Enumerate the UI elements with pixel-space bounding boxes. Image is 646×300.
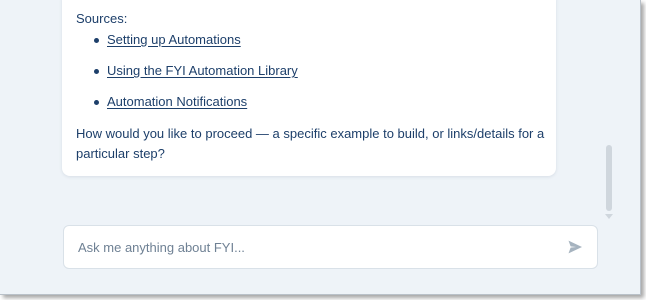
sources-heading: Sources: <box>76 11 128 26</box>
source-item: Automation Notifications <box>92 94 298 125</box>
chat-input[interactable] <box>78 237 538 257</box>
assistant-message: Sources: Setting up Automations Using th… <box>62 0 556 176</box>
bullet <box>94 69 99 74</box>
chat-scrollbar[interactable] <box>603 0 615 222</box>
followup-question: How would you like to proceed — a specif… <box>76 126 545 161</box>
sources-list: Setting up Automations Using the FYI Aut… <box>92 32 298 125</box>
source-link-automation-notifications[interactable]: Automation Notifications <box>107 94 247 109</box>
send-icon <box>568 240 582 254</box>
source-link-setting-up-automations[interactable]: Setting up Automations <box>107 32 241 47</box>
source-item: Setting up Automations <box>92 32 298 63</box>
bullet <box>94 38 99 43</box>
scrollbar-thumb[interactable] <box>606 145 612 211</box>
chat-input-bar <box>63 225 598 269</box>
source-item: Using the FYI Automation Library <box>92 63 298 94</box>
chat-window: Sources: Setting up Automations Using th… <box>0 0 641 295</box>
chat-history: Sources: Setting up Automations Using th… <box>0 0 640 222</box>
source-link-automation-library[interactable]: Using the FYI Automation Library <box>107 63 298 78</box>
bullet <box>94 100 99 105</box>
send-button[interactable] <box>567 239 583 255</box>
scroll-down-arrow-icon[interactable] <box>605 214 613 219</box>
